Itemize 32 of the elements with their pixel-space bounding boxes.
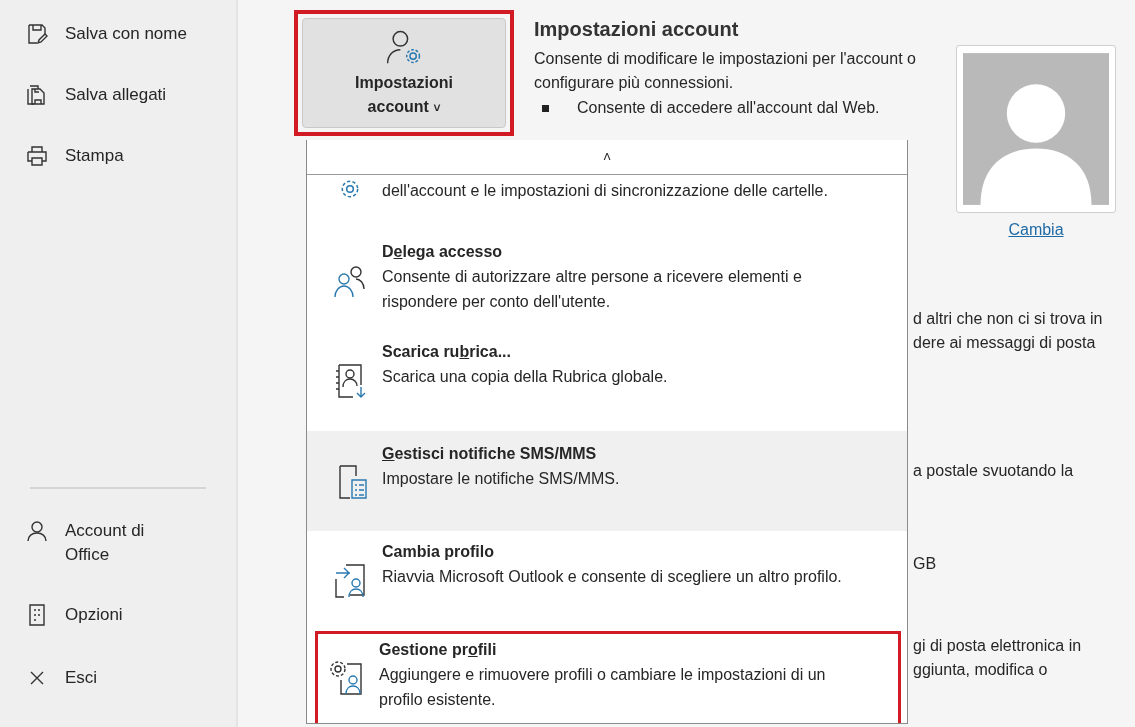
menu-item[interactable]: Gestione profili Aggiungere e rimuovere profili o cambiare le impostazioni di un profilo esistente. <box>315 631 901 723</box>
person-icon <box>25 519 49 543</box>
printer-icon <box>25 144 49 168</box>
menu-item[interactable]: Account di Office <box>65 519 175 567</box>
save-icon <box>25 22 49 46</box>
body-text: d altri che non ci si trova in <box>913 309 1104 329</box>
scroll-up-button[interactable]: ˄ <box>307 140 907 175</box>
menu-item[interactable]: Delega accesso Consente di autorizzare altre persone a ricevere elementi e rispondere per conto dell'utente. <box>307 231 907 331</box>
menu-item[interactable]: Cambia profilo Riavvia Microsoft Outlook e consente di scegliere un altro profilo. <box>307 531 907 631</box>
body-text: ggiunta, modifica o <box>913 660 1049 680</box>
menu-item[interactable]: Gestisci notifiche SMS/MMS Impostare le notifiche SMS/MMS. <box>307 431 907 531</box>
bullet-text: Consente di accedere all'account dal Web. <box>577 99 880 117</box>
menu-item[interactable]: Salva allegati <box>65 83 205 107</box>
section-title: Impostazioni account <box>534 18 740 41</box>
menu-item[interactable]: dell'account e le impostazioni di sincronizzazione delle cartelle. <box>307 175 907 231</box>
people-icon <box>332 263 368 299</box>
body-text: a postale svuotando la <box>913 461 1075 481</box>
menu-item[interactable]: Esci <box>65 666 175 690</box>
gear-icon <box>339 178 361 200</box>
menu-item[interactable]: Salva con nome <box>65 22 205 46</box>
section-description: Consente di modificare le impostazioni per l'account o configurare più connessioni. <box>534 49 917 93</box>
menu-item[interactable]: Opzioni <box>65 603 175 627</box>
body-text: gi di posta elettronica in <box>913 636 1083 656</box>
body-text: GB <box>913 554 938 574</box>
body-text: dere ai messaggi di posta <box>913 333 1097 353</box>
change-link[interactable]: Cambia <box>1008 221 1064 239</box>
menu-item[interactable]: Scarica rubrica... Scarica una copia della Rubrica globale. <box>307 331 907 431</box>
menu-item[interactable]: Stampa <box>65 144 205 168</box>
account-settings-button[interactable]: Impostazioni account ˅ <box>302 18 506 128</box>
bullet-icon <box>542 104 549 112</box>
switch-profile-icon <box>332 563 368 599</box>
gear-profile-icon <box>329 659 365 696</box>
